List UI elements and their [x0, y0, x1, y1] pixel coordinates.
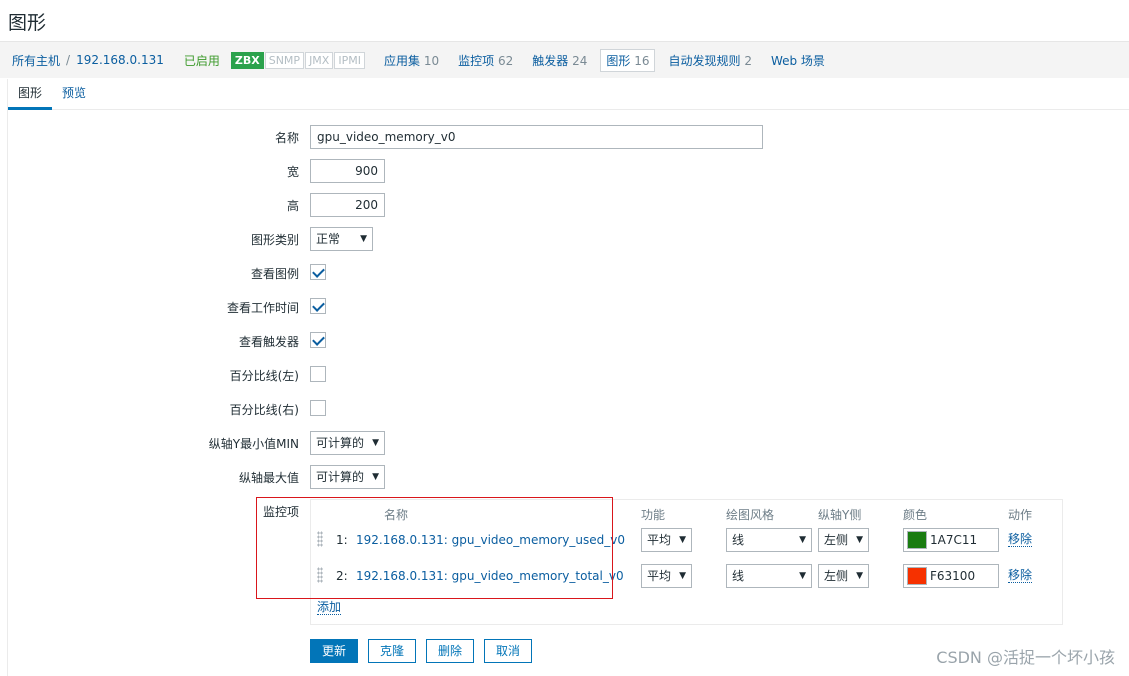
col-color: 颜色 [903, 508, 928, 522]
show-triggers-label: 查看触发器 [238, 335, 299, 349]
y-axis-select[interactable]: 左侧 [818, 528, 869, 552]
ipmi-badge: IPMI [334, 51, 365, 69]
show-legend-checkbox[interactable] [310, 264, 326, 280]
draw-style-select[interactable]: 线 [726, 528, 812, 552]
ymin-value: 可计算的 [316, 436, 365, 450]
tab-bar: 图形 预览 [8, 79, 1129, 110]
host-navigation: 所有主机 / 192.168.0.131 已启用 ZBX SNMP JMX IP… [0, 41, 1129, 78]
percentile-left-label: 百分比线(左) [229, 369, 299, 383]
color-swatch[interactable] [907, 567, 927, 585]
color-swatch[interactable] [907, 531, 927, 549]
remove-link[interactable]: 移除 [1008, 533, 1033, 547]
height-label: 高 [286, 199, 299, 213]
nav-items[interactable]: 监控项 62 [458, 52, 513, 69]
nav-discovery-rules[interactable]: 自动发现规则 2 [668, 52, 751, 69]
nav-count: 10 [423, 53, 440, 68]
draw-style-value: 线 [732, 533, 745, 547]
nav-label: 图形 [606, 53, 631, 68]
graph-type-select[interactable]: 正常 [310, 227, 373, 251]
ymax-label: 纵轴最大值 [238, 471, 299, 485]
host-status[interactable]: 已启用 [184, 52, 220, 69]
update-button[interactable]: 更新 [310, 639, 358, 663]
availability-badges: ZBX SNMP JMX IPMI [230, 51, 366, 69]
color-value: F63100 [930, 569, 976, 583]
draw-style-select[interactable]: 线 [726, 564, 812, 588]
percentile-left-checkbox[interactable] [310, 366, 326, 382]
snmp-badge: SNMP [264, 51, 305, 69]
breadcrumb-all-hosts[interactable]: 所有主机 [12, 52, 60, 69]
ymax-select[interactable]: 可计算的 [310, 465, 385, 489]
height-input[interactable] [310, 193, 385, 217]
col-draw-style: 绘图风格 [726, 508, 775, 522]
nav-label: Web 场景 [770, 53, 825, 68]
add-item-link[interactable]: 添加 [317, 601, 342, 615]
function-select[interactable]: 平均 [641, 528, 692, 552]
delete-button[interactable]: 删除 [426, 639, 474, 663]
y-axis-value: 左侧 [824, 533, 849, 547]
tab-preview[interactable]: 预览 [52, 79, 96, 110]
ymax-value: 可计算的 [316, 470, 365, 484]
draw-style-value: 线 [732, 569, 745, 583]
nav-count: 16 [634, 53, 650, 68]
nav-web-scenarios[interactable]: Web 场景 [771, 52, 825, 69]
ymin-select[interactable]: 可计算的 [310, 431, 385, 455]
col-action: 动作 [1008, 508, 1033, 522]
breadcrumb-separator: / [66, 53, 71, 67]
graph-type-label: 图形类别 [250, 233, 299, 247]
show-triggers-checkbox[interactable] [310, 332, 326, 348]
cancel-button[interactable]: 取消 [484, 639, 532, 663]
page-title: 图形 [8, 12, 47, 34]
breadcrumb-host[interactable]: 192.168.0.131 [76, 53, 164, 67]
watermark: CSDN @活捉一个坏小孩 [936, 648, 1115, 667]
show-working-time-label: 查看工作时间 [226, 301, 299, 315]
nav-applications[interactable]: 应用集 10 [384, 52, 439, 69]
function-select[interactable]: 平均 [641, 564, 692, 588]
nav-count: 62 [497, 53, 514, 68]
name-label: 名称 [274, 131, 299, 145]
col-y-axis: 纵轴Y侧 [818, 508, 862, 522]
jmx-badge: JMX [305, 51, 334, 69]
color-value: 1A7C11 [930, 533, 978, 547]
col-function: 功能 [641, 508, 666, 522]
ymin-label: 纵轴Y最小值MIN [208, 437, 299, 451]
nav-triggers[interactable]: 触发器 24 [532, 52, 587, 69]
graph-form: 图形 预览 名称 宽 高 图形类别 正常 查看图例 查看工作时间 查看触发器 百… [7, 79, 1129, 676]
nav-label: 自动发现规则 [668, 53, 741, 68]
highlight-annotation-box [256, 497, 613, 599]
nav-label: 监控项 [458, 53, 495, 68]
tab-graph[interactable]: 图形 [8, 79, 53, 110]
y-axis-select[interactable]: 左侧 [818, 564, 869, 588]
nav-graphs[interactable]: 图形 16 [600, 48, 656, 72]
graph-type-value: 正常 [316, 232, 341, 246]
nav-count: 24 [572, 53, 588, 68]
remove-link[interactable]: 移除 [1008, 569, 1033, 583]
percentile-right-checkbox[interactable] [310, 400, 326, 416]
width-input[interactable] [310, 159, 385, 183]
nav-label: 触发器 [532, 53, 569, 68]
function-value: 平均 [647, 569, 672, 583]
zbx-badge: ZBX [230, 51, 264, 69]
percentile-right-label: 百分比线(右) [229, 403, 299, 417]
function-value: 平均 [647, 533, 672, 547]
show-working-time-checkbox[interactable] [310, 298, 326, 314]
nav-count: 2 [744, 53, 752, 68]
clone-button[interactable]: 克隆 [368, 639, 416, 663]
width-label: 宽 [286, 165, 299, 179]
name-input[interactable] [310, 125, 763, 149]
y-axis-value: 左侧 [824, 569, 849, 583]
nav-label: 应用集 [383, 53, 420, 68]
show-legend-label: 查看图例 [250, 267, 299, 281]
